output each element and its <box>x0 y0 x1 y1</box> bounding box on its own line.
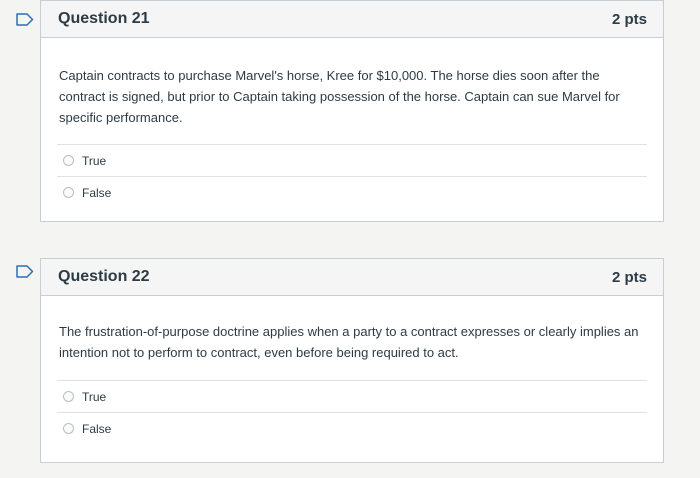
radio-unselected-icon[interactable] <box>63 155 74 166</box>
answer-list: True False <box>57 380 647 444</box>
answer-option-false[interactable]: False <box>57 176 647 208</box>
question-21-card: Question 21 2 pts Captain contracts to p… <box>40 0 664 222</box>
radio-unselected-icon[interactable] <box>63 423 74 434</box>
question-22-card: Question 22 2 pts The frustration-of-pur… <box>40 258 664 463</box>
radio-unselected-icon[interactable] <box>63 187 74 198</box>
answer-label: False <box>82 421 112 436</box>
question-header: Question 22 2 pts <box>41 259 663 296</box>
question-points: 2 pts <box>611 268 647 286</box>
answer-option-false[interactable]: False <box>57 412 647 444</box>
answer-option-true[interactable]: True <box>57 144 647 176</box>
answer-label: True <box>82 153 107 168</box>
question-title: Question 22 <box>58 268 150 285</box>
radio-unselected-icon[interactable] <box>63 391 74 402</box>
question-text: The frustration-of-purpose doctrine appl… <box>59 324 639 360</box>
question-title: Question 21 <box>58 10 150 27</box>
flag-question-icon[interactable] <box>16 13 34 26</box>
question-text: Captain contracts to purchase Marvel's h… <box>59 68 620 125</box>
question-header: Question 21 2 pts <box>41 1 663 38</box>
answer-list: True False <box>57 144 647 208</box>
answer-label: True <box>82 389 107 404</box>
answer-label: False <box>82 185 112 200</box>
flag-question-icon[interactable] <box>16 265 34 278</box>
question-points: 2 pts <box>611 10 647 28</box>
answer-option-true[interactable]: True <box>57 380 647 412</box>
